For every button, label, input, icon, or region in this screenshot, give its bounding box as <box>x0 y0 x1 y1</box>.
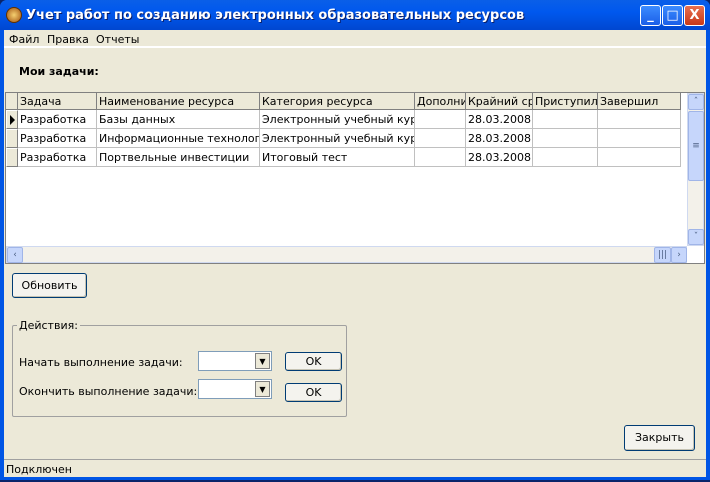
status-bar: Подключен <box>4 459 706 477</box>
finish-ok-button[interactable]: OK <box>285 383 342 402</box>
column-header[interactable]: Приступил <box>533 93 598 110</box>
table-cell[interactable] <box>598 129 681 148</box>
row-indicator[interactable] <box>6 129 18 148</box>
table-cell[interactable] <box>533 148 598 167</box>
minimize-button[interactable]: _ <box>640 5 661 26</box>
menu-file[interactable]: Файл <box>9 33 39 46</box>
row-indicator[interactable] <box>6 110 18 129</box>
table-cell[interactable]: 28.03.2008 <box>466 148 533 167</box>
menu-reports[interactable]: Отчеты <box>96 33 139 46</box>
tasks-grid[interactable]: ‹ ||| › ˆ ≡ ˇ Задача Наименование ресурса… <box>5 92 705 264</box>
chevron-down-icon[interactable]: ▼ <box>255 381 270 397</box>
column-header[interactable]: Крайний сро <box>466 93 533 110</box>
scroll-up-icon[interactable]: ˆ <box>688 94 704 110</box>
table-cell[interactable]: Итоговый тест <box>260 148 415 167</box>
scroll-thumb-h[interactable]: ||| <box>654 247 671 263</box>
finish-task-combo[interactable]: ▼ <box>198 379 272 399</box>
column-header[interactable]: Категория ресурса <box>260 93 415 110</box>
horizontal-scrollbar[interactable]: ‹ ||| › <box>6 246 687 263</box>
row-indicator[interactable] <box>6 148 18 167</box>
table-cell[interactable]: Портвельные инвестиции <box>97 148 260 167</box>
table-cell[interactable]: Разработка <box>18 129 97 148</box>
table-cell[interactable]: 28.03.2008 <box>466 129 533 148</box>
actions-group: Действия: Начать выполнение задачи: ▼ OK… <box>12 319 347 417</box>
current-row-arrow-icon <box>10 115 15 125</box>
row-indicator-header <box>6 93 18 110</box>
table-cell[interactable]: Разработка <box>18 110 97 129</box>
table-cell[interactable] <box>415 148 466 167</box>
start-task-combo[interactable]: ▼ <box>198 351 272 371</box>
chevron-down-icon[interactable]: ▼ <box>255 353 270 369</box>
table-cell[interactable]: Электронный учебный курс <box>260 110 415 129</box>
table-cell[interactable]: 28.03.2008 <box>466 110 533 129</box>
close-window-button[interactable]: X <box>684 5 705 26</box>
menu-bar: Файл Правка Отчеты <box>4 30 706 48</box>
table-cell[interactable] <box>598 110 681 129</box>
start-task-label: Начать выполнение задачи: <box>19 356 183 369</box>
scroll-down-icon[interactable]: ˇ <box>688 229 704 245</box>
app-icon <box>6 7 22 23</box>
table-cell[interactable]: Разработка <box>18 148 97 167</box>
column-header[interactable]: Завершил <box>598 93 681 110</box>
table-cell[interactable] <box>415 110 466 129</box>
scroll-left-icon[interactable]: ‹ <box>7 247 23 263</box>
actions-legend: Действия: <box>17 319 80 332</box>
section-title: Мои задачи: <box>19 65 99 78</box>
finish-task-label: Окончить выполнение задачи: <box>19 385 198 398</box>
table-cell[interactable]: Информационные технологии <box>97 129 260 148</box>
table-cell[interactable]: Электронный учебный курс <box>260 129 415 148</box>
start-ok-button[interactable]: OK <box>285 352 342 371</box>
scroll-right-icon[interactable]: › <box>671 247 687 263</box>
client-area: Файл Правка Отчеты Мои задачи: ‹ ||| › ˆ… <box>4 30 706 477</box>
title-bar: Учет работ по созданию электронных образ… <box>0 0 710 30</box>
close-button[interactable]: Закрыть <box>624 425 695 451</box>
column-header[interactable]: Наименование ресурса <box>97 93 260 110</box>
vertical-scrollbar[interactable]: ˆ ≡ ˇ <box>687 93 704 246</box>
window-title: Учет работ по созданию электронных образ… <box>26 8 525 23</box>
status-text: Подключен <box>6 463 72 476</box>
scroll-thumb-v[interactable]: ≡ <box>688 111 704 181</box>
table-cell[interactable] <box>415 129 466 148</box>
table-cell[interactable] <box>598 148 681 167</box>
column-header[interactable]: Дополнит <box>415 93 466 110</box>
table-cell[interactable] <box>533 129 598 148</box>
column-header[interactable]: Задача <box>18 93 97 110</box>
maximize-button[interactable]: □ <box>662 5 683 26</box>
table-cell[interactable] <box>533 110 598 129</box>
app-window: Учет работ по созданию электронных образ… <box>0 0 710 480</box>
menu-edit[interactable]: Правка <box>47 33 89 46</box>
refresh-button[interactable]: Обновить <box>12 273 87 298</box>
table-cell[interactable]: Базы данных <box>97 110 260 129</box>
